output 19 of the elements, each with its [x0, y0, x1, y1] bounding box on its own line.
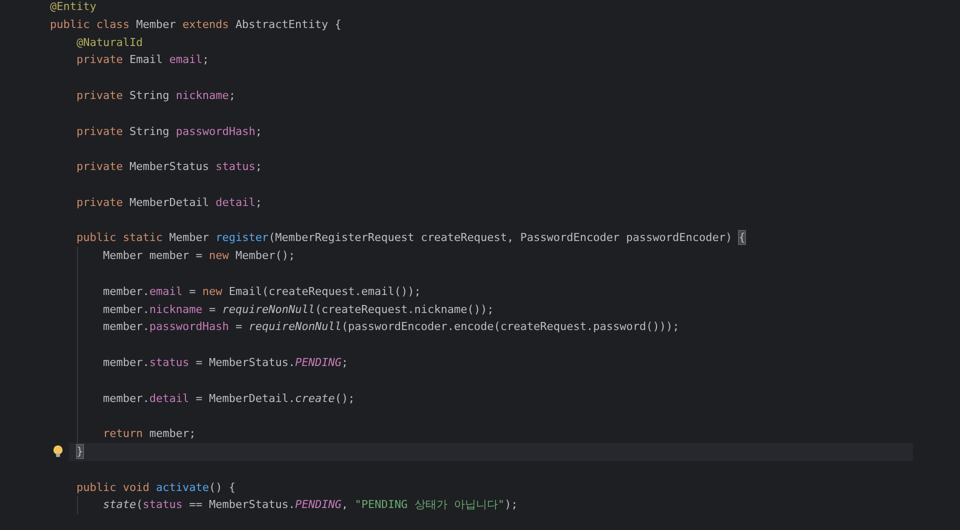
code-line: public void activate() {	[76, 480, 236, 496]
code-line: private Email email;	[76, 52, 209, 68]
code-line: @NaturalId	[76, 34, 143, 51]
code-line: private String passwordHash;	[76, 124, 262, 140]
code-line: private MemberStatus status;	[76, 159, 262, 176]
code-line: member.status = MemberStatus.PENDING;	[103, 354, 348, 371]
code-line: state(status == MemberStatus.PENDING, "PENDING 상태가 아닙니다");	[103, 497, 518, 514]
code-line: member.nickname = requireNonNull(createRequest.nickname());	[103, 302, 494, 318]
code-line: public static Member register(MemberRegisterRequest createRequest, PasswordEncoder passwordEncoder) {	[76, 230, 746, 246]
lightbulb-icon[interactable]	[52, 444, 62, 458]
code-line: return member;	[103, 426, 196, 442]
code-line: member.email = new Email(createRequest.email());	[103, 284, 421, 300]
code-line: private MemberDetail detail;	[76, 194, 262, 211]
code-line: member.passwordHash = requireNonNull(passwordEncoder.encode(createRequest.password()));	[103, 319, 680, 336]
code-line: member.detail = MemberDetail.create();	[103, 390, 355, 407]
code-line: private String nickname;	[76, 88, 236, 104]
code-line: Member member = new Member();	[103, 248, 296, 264]
code-line: @Entity	[50, 0, 96, 15]
code-line: public class Member extends AbstractEntity {	[50, 16, 342, 33]
